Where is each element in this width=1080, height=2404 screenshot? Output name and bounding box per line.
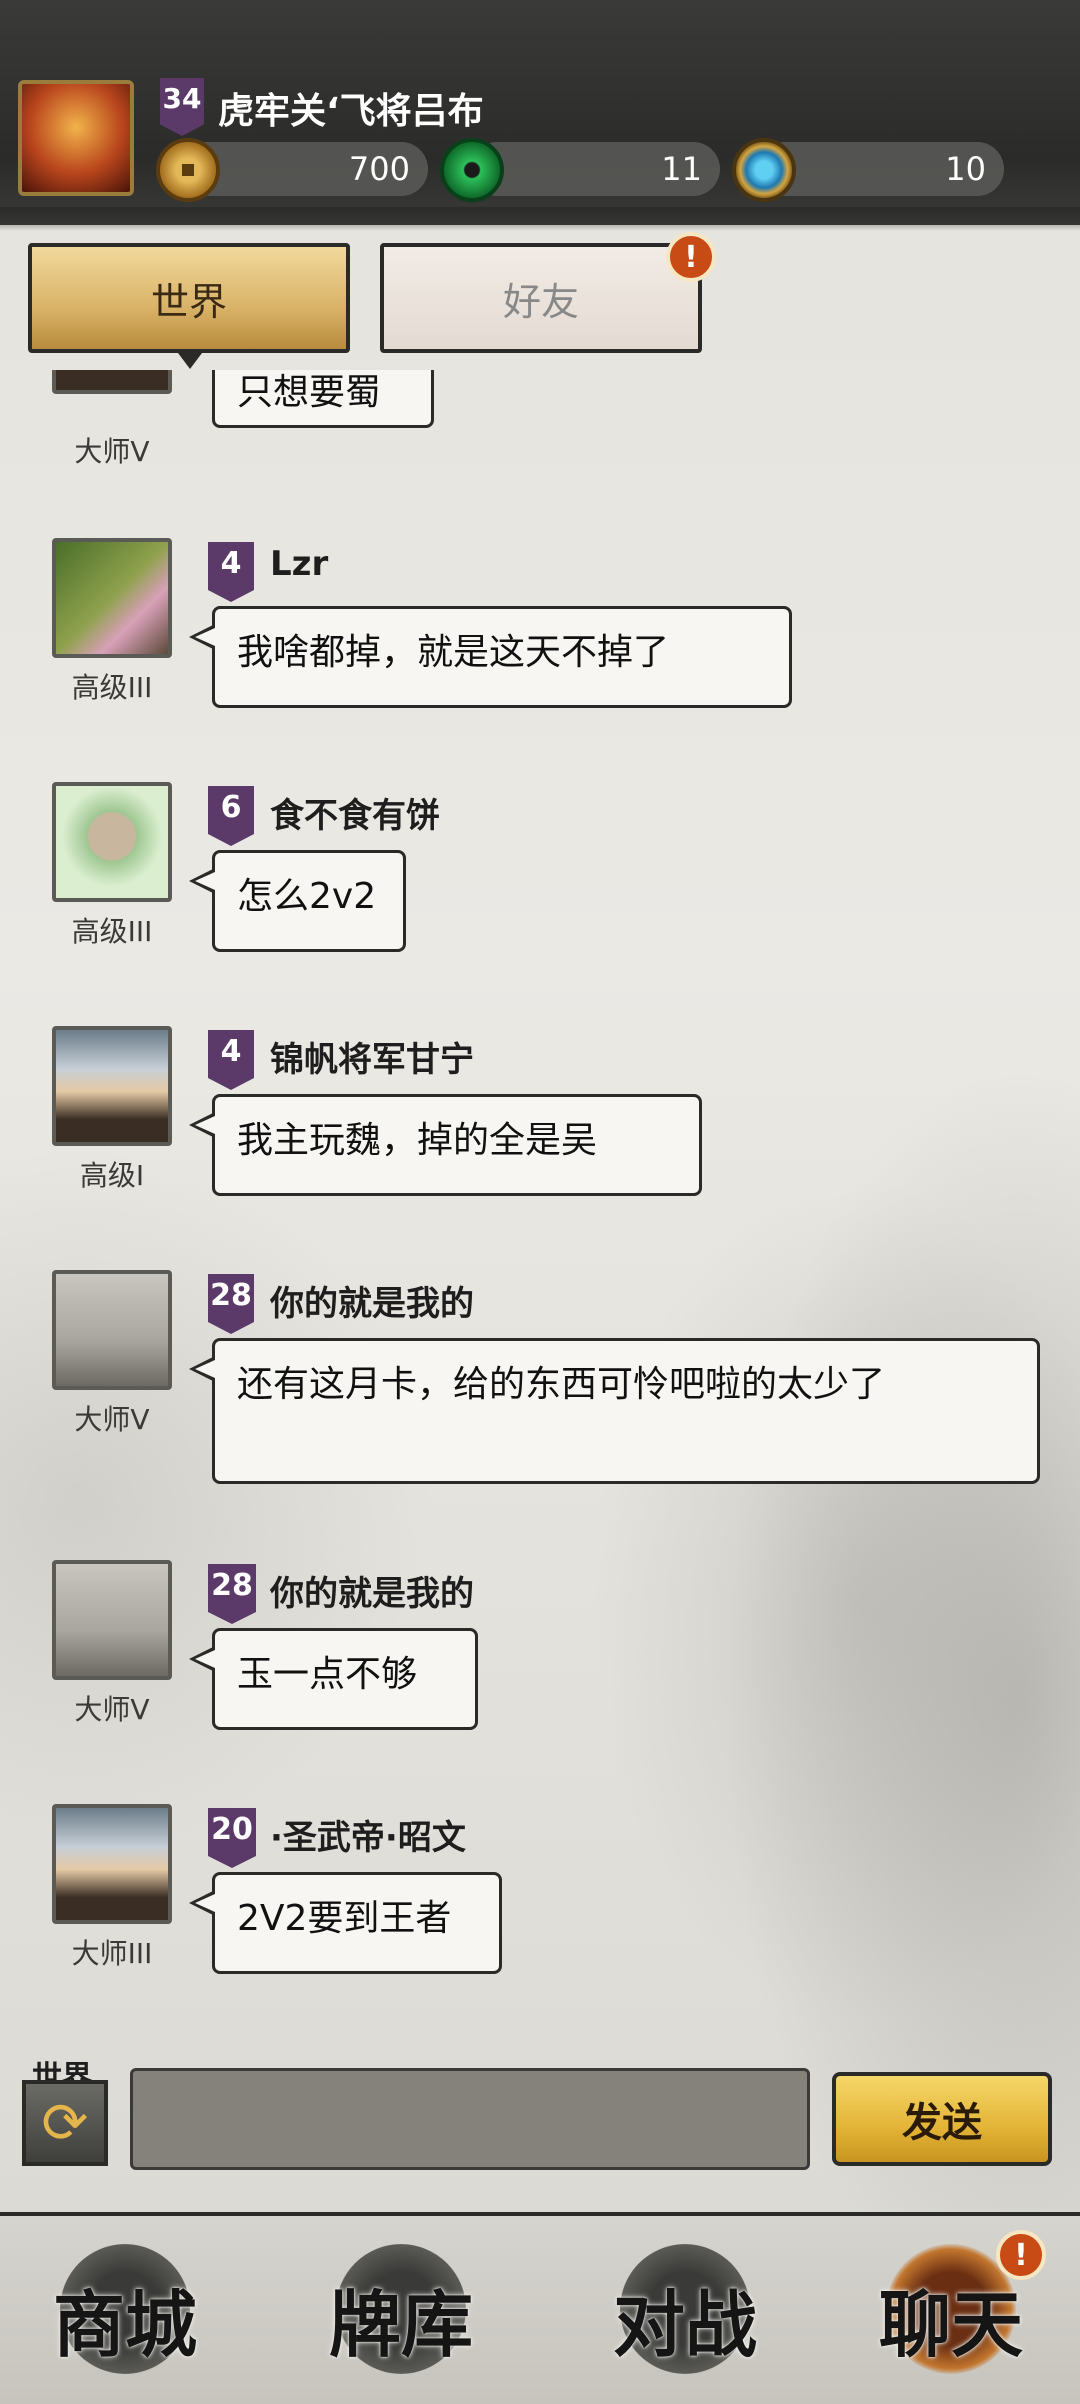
coin-icon <box>156 138 220 202</box>
message-bubble: 只想要蜀 <box>212 370 434 428</box>
sender-avatar[interactable] <box>52 1804 172 1924</box>
sender-level-badge: 4 <box>208 542 254 602</box>
chat-input[interactable] <box>130 2068 810 2170</box>
chat-alert-icon: ! <box>996 2230 1046 2280</box>
channel-switch-button[interactable]: ⟳ <box>22 2080 108 2166</box>
sender-level-badge: 28 <box>208 1274 254 1334</box>
sender-level-badge: 28 <box>208 1564 256 1624</box>
jade-balance: 11 <box>470 142 720 196</box>
sender-level-badge: 20 <box>208 1808 256 1868</box>
player-level-badge: 34 <box>160 78 204 136</box>
sender-rank: 大师V <box>74 1693 150 1726</box>
sender-rank: 高级I <box>79 1159 145 1192</box>
player-name: 虎牢关‘飞将吕布 <box>218 91 484 132</box>
sender-level-badge: 6 <box>208 786 254 846</box>
sender-avatar[interactable] <box>52 538 172 658</box>
nav-shop[interactable]: 商城 <box>20 2222 230 2392</box>
tab-world[interactable]: 世界 <box>28 243 350 369</box>
sender-avatar[interactable] <box>52 1026 172 1146</box>
player-avatar[interactable] <box>18 80 134 196</box>
sender-avatar[interactable] <box>52 370 172 394</box>
sender-rank: 高级III <box>71 671 153 704</box>
nav-battle[interactable]: 对战 <box>580 2222 790 2392</box>
gem-icon <box>732 138 796 202</box>
message-bubble: 我主玩魏，掉的全是吴 <box>189 1094 702 1196</box>
message-bubble: 怎么2v2 <box>189 850 406 952</box>
jade-icon <box>440 138 504 202</box>
sender-avatar[interactable] <box>52 1270 172 1390</box>
chat-message-list[interactable]: 大师V 只想要蜀 高级III 4 Lzr 我啥都掉，就是这天不掉了 高级III … <box>0 370 1080 2050</box>
message-bubble: 玉一点不够 <box>189 1628 478 1730</box>
sender-avatar[interactable] <box>52 782 172 902</box>
sender-rank: 高级III <box>71 915 153 948</box>
sender-name[interactable]: 锦帆将军甘宁 <box>270 1032 474 1081</box>
sender-name[interactable]: 你的就是我的 <box>270 1276 474 1325</box>
message-bubble: 2V2要到王者 <box>189 1872 502 1974</box>
nav-deck[interactable]: 牌库 <box>296 2222 506 2392</box>
sender-name[interactable]: Lzr <box>270 544 328 584</box>
refresh-icon: ⟳ <box>41 2090 89 2156</box>
sender-name[interactable]: ·圣武帝·昭文 <box>270 1810 466 1859</box>
tab-friends[interactable]: 好友 <box>380 243 702 353</box>
message-bubble: 还有这月卡，给的东西可怜吧啦的太少了 <box>189 1338 1040 1484</box>
friends-alert-icon: ! <box>666 232 716 282</box>
sender-name[interactable]: 食不食有饼 <box>270 788 440 837</box>
sender-level-badge: 4 <box>208 1030 254 1090</box>
sender-rank: 大师III <box>71 1937 153 1970</box>
sender-rank: 大师V <box>74 1403 150 1436</box>
sender-rank: 大师V <box>74 435 150 468</box>
sender-name[interactable]: 你的就是我的 <box>270 1566 474 1615</box>
sender-avatar[interactable] <box>52 1560 172 1680</box>
send-button[interactable]: 发送 <box>832 2072 1052 2166</box>
message-bubble: 我啥都掉，就是这天不掉了 <box>189 606 792 708</box>
